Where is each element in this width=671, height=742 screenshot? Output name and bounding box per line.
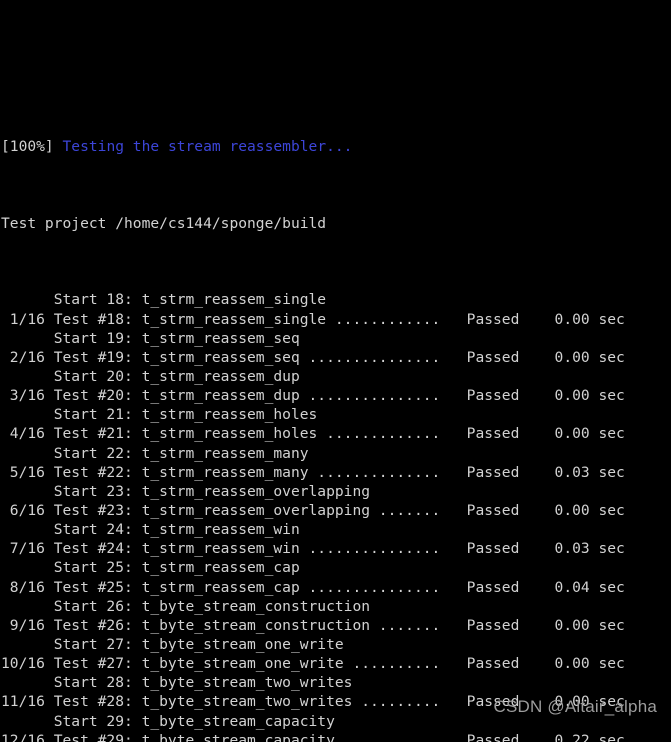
- test-result-line: 8/16 Test #25: t_strm_reassem_cap ......…: [1, 578, 625, 596]
- test-result-line: 7/16 Test #24: t_strm_reassem_win ......…: [1, 540, 625, 558]
- test-result-line: 11/16 Test #28: t_byte_stream_two_writes…: [1, 693, 625, 711]
- test-start-line: Start 18: t_strm_reassem_single: [1, 291, 327, 309]
- test-start-line: Start 29: t_byte_stream_capacity: [1, 712, 335, 730]
- progress-tag: [100%]: [1, 138, 54, 156]
- test-result-line: 1/16 Test #18: t_strm_reassem_single ...…: [1, 310, 625, 328]
- test-result-line: 3/16 Test #20: t_strm_reassem_dup ......…: [1, 387, 625, 405]
- test-result-line: 2/16 Test #19: t_strm_reassem_seq ......…: [1, 348, 625, 366]
- console-output: [100%] Testing the stream reassembler...…: [0, 0, 671, 742]
- test-result-line: 9/16 Test #26: t_byte_stream_constructio…: [1, 616, 625, 634]
- test-result-line: 5/16 Test #22: t_strm_reassem_many .....…: [1, 463, 625, 481]
- test-result-line: 6/16 Test #23: t_strm_reassem_overlappin…: [1, 502, 625, 519]
- test-start-line: Start 24: t_strm_reassem_win: [1, 521, 300, 539]
- test-project-line: Test project /home/cs144/sponge/build: [1, 214, 327, 232]
- test-result-line: 12/16 Test #29: t_byte_stream_capacity .…: [1, 731, 625, 742]
- test-start-line: Start 20: t_strm_reassem_dup: [1, 368, 300, 386]
- progress-message: Testing the stream reassembler...: [62, 138, 353, 156]
- progress-testing-line: [100%] Testing the stream reassembler...: [0, 137, 671, 156]
- test-start-line: Start 27: t_byte_stream_one_write: [1, 635, 344, 653]
- test-start-line: Start 19: t_strm_reassem_seq: [1, 329, 300, 347]
- test-start-line: Start 28: t_byte_stream_two_writes: [1, 674, 353, 692]
- terminal-window[interactable]: [100%] Testing the stream reassembler...…: [0, 0, 671, 742]
- test-start-line: Start 23: t_strm_reassem_overlapping: [1, 482, 371, 500]
- test-start-line: Start 25: t_strm_reassem_cap: [1, 559, 300, 577]
- test-result-line: 4/16 Test #21: t_strm_reassem_holes ....…: [1, 425, 625, 443]
- test-start-line: Start 26: t_byte_stream_construction: [1, 597, 371, 615]
- test-result-line: 10/16 Test #27: t_byte_stream_one_write …: [1, 655, 625, 673]
- clipped-previous-line: [0, 61, 671, 80]
- test-start-line: Start 22: t_strm_reassem_many: [1, 444, 309, 462]
- test-start-line: Start 21: t_strm_reassem_holes: [1, 406, 318, 424]
- test-lines-group: Start 18: t_strm_reassem_single 1/16 Tes…: [0, 290, 671, 742]
